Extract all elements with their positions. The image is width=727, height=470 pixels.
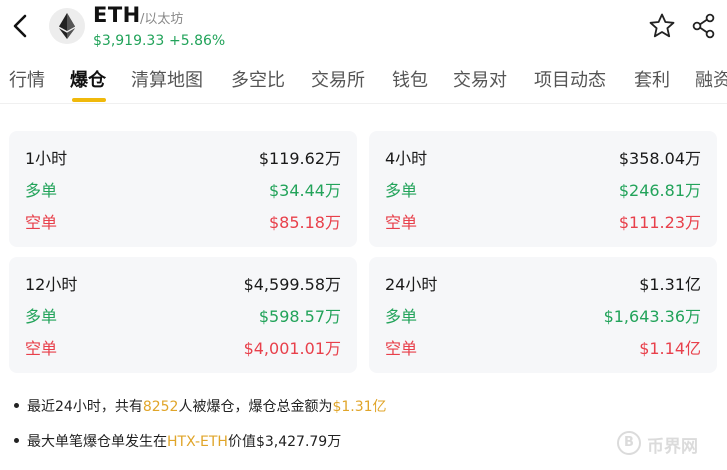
long-row: 多单 $598.57万 [25,303,341,327]
short-value: $85.18万 [269,213,341,232]
summary-text: 价值$3,427.79万 [227,434,342,450]
tab-long-short-ratio[interactable]: 多空比 [231,66,285,92]
total-value: $1.31亿 [639,275,701,294]
active-tab-indicator [72,98,106,102]
tab-bar: 行情 爆仓 清算地图 多空比 交易所 钱包 交易对 项目动态 套利 融资 [0,60,727,104]
long-row: 多单 $246.81万 [385,177,701,201]
short-label: 空单 [385,339,418,358]
total-row: 4小时 $358.04万 [385,145,701,169]
long-value: $598.57万 [258,307,341,326]
header: ETH /以太坊 $3,919.33 +5.86% [0,0,727,56]
liquidated-total: $1.31亿 [332,399,387,415]
period-label: 4小时 [385,149,428,168]
long-label: 多单 [25,307,58,326]
summary-text: 最大单笔爆仓单发生在 [27,434,167,450]
short-row: 空单 $4,001.01万 [25,335,341,359]
ethereum-logo-icon [49,8,85,44]
total-row: 1小时 $119.62万 [25,145,341,169]
largest-order-exchange[interactable]: HTX-ETH [167,434,228,450]
bullet-icon [14,402,19,408]
short-value: $111.23万 [618,213,701,232]
short-label: 空单 [25,339,58,358]
tab-arbitrage[interactable]: 套利 [634,66,670,92]
long-label: 多单 [385,307,418,326]
liquidation-card-4h: 4小时 $358.04万 多单 $246.81万 空单 $111.23万 [369,131,717,247]
period-label: 24小时 [385,275,438,294]
short-row: 空单 $85.18万 [25,209,341,233]
period-label: 1小时 [25,149,68,168]
short-row: 空单 $1.14亿 [385,335,701,359]
summary-line-2: 最大单笔爆仓单发生在HTX-ETH价值$3,427.79万 [14,431,341,451]
total-row: 12小时 $4,599.58万 [25,271,341,295]
share-icon[interactable] [690,12,718,40]
tab-market[interactable]: 行情 [9,66,45,92]
liquidation-card-12h: 12小时 $4,599.58万 多单 $598.57万 空单 $4,001.01… [9,257,357,373]
tab-pairs[interactable]: 交易对 [453,66,507,92]
tab-liquidation-map[interactable]: 清算地图 [131,66,203,92]
long-label: 多单 [25,181,58,200]
star-icon[interactable] [648,12,676,40]
liquidation-card-24h: 24小时 $1.31亿 多单 $1,643.36万 空单 $1.14亿 [369,257,717,373]
summary-line-1: 最近24小时，共有8252人被爆仓，爆仓总金额为$1.31亿 [14,396,387,416]
tab-wallets[interactable]: 钱包 [392,66,428,92]
short-value: $1.14亿 [639,339,701,358]
bullet-icon [14,437,19,443]
total-row: 24小时 $1.31亿 [385,271,701,295]
coin-price: $3,919.33 [93,33,165,49]
short-row: 空单 $111.23万 [385,209,701,233]
liquidation-card-1h: 1小时 $119.62万 多单 $34.44万 空单 $85.18万 [9,131,357,247]
summary-text: 最近24小时，共有 [27,399,143,415]
price-change: +5.86% [169,33,226,49]
long-row: 多单 $34.44万 [25,177,341,201]
coin-symbol: ETH [93,3,141,27]
watermark-text: 币界网 [647,437,698,457]
chevron-left-icon[interactable] [8,12,32,40]
total-value: $4,599.58万 [243,275,341,294]
coin-name: /以太坊 [140,12,184,27]
long-label: 多单 [385,181,418,200]
tab-liquidation[interactable]: 爆仓 [70,66,106,92]
tab-financing[interactable]: 融资 [695,66,727,92]
tab-project-news[interactable]: 项目动态 [534,66,606,92]
liquidated-count: 8252 [142,399,179,415]
long-value: $1,643.36万 [603,307,701,326]
total-value: $358.04万 [618,149,701,168]
period-label: 12小时 [25,275,78,294]
watermark: B 币界网 [617,429,721,459]
summary-text: 人被爆仓，爆仓总金额为 [178,399,333,415]
short-label: 空单 [385,213,418,232]
tab-exchanges[interactable]: 交易所 [311,66,365,92]
long-row: 多单 $1,643.36万 [385,303,701,327]
long-value: $34.44万 [269,181,341,200]
long-value: $246.81万 [618,181,701,200]
watermark-logo-icon: B [617,431,641,455]
short-value: $4,001.01万 [243,339,341,358]
total-value: $119.62万 [258,149,341,168]
short-label: 空单 [25,213,58,232]
